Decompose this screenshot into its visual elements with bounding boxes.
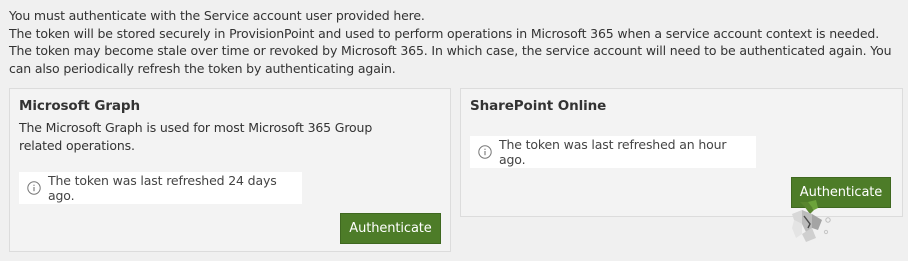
card-description: The Microsoft Graph is used for most Mic… bbox=[19, 120, 373, 153]
token-status: The token was last refreshed 24 days ago… bbox=[19, 172, 302, 204]
card-title: Microsoft Graph bbox=[19, 98, 140, 114]
intro-text: You must authenticate with the Service a… bbox=[9, 7, 904, 77]
intro-line-3: The token may become stale over time or … bbox=[9, 43, 892, 76]
watermark-logo-icon bbox=[792, 200, 831, 242]
token-status-text: The token was last refreshed 24 days ago… bbox=[48, 173, 277, 203]
intro-line-1: You must authenticate with the Service a… bbox=[9, 8, 425, 23]
token-status-text: The token was last refreshed an hour ago… bbox=[499, 137, 727, 167]
microsoft-graph-card: Microsoft Graph The Microsoft Graph is u… bbox=[9, 88, 451, 252]
sharepoint-online-card: SharePoint Online The token was last ref… bbox=[460, 88, 903, 217]
graph-authenticate-button[interactable]: Authenticate bbox=[340, 213, 441, 244]
intro-line-2: The token will be stored securely in Pro… bbox=[9, 25, 880, 41]
card-title: SharePoint Online bbox=[470, 98, 607, 114]
info-circle-icon bbox=[478, 145, 492, 159]
info-circle-icon bbox=[27, 181, 41, 195]
token-status: The token was last refreshed an hour ago… bbox=[470, 136, 756, 168]
